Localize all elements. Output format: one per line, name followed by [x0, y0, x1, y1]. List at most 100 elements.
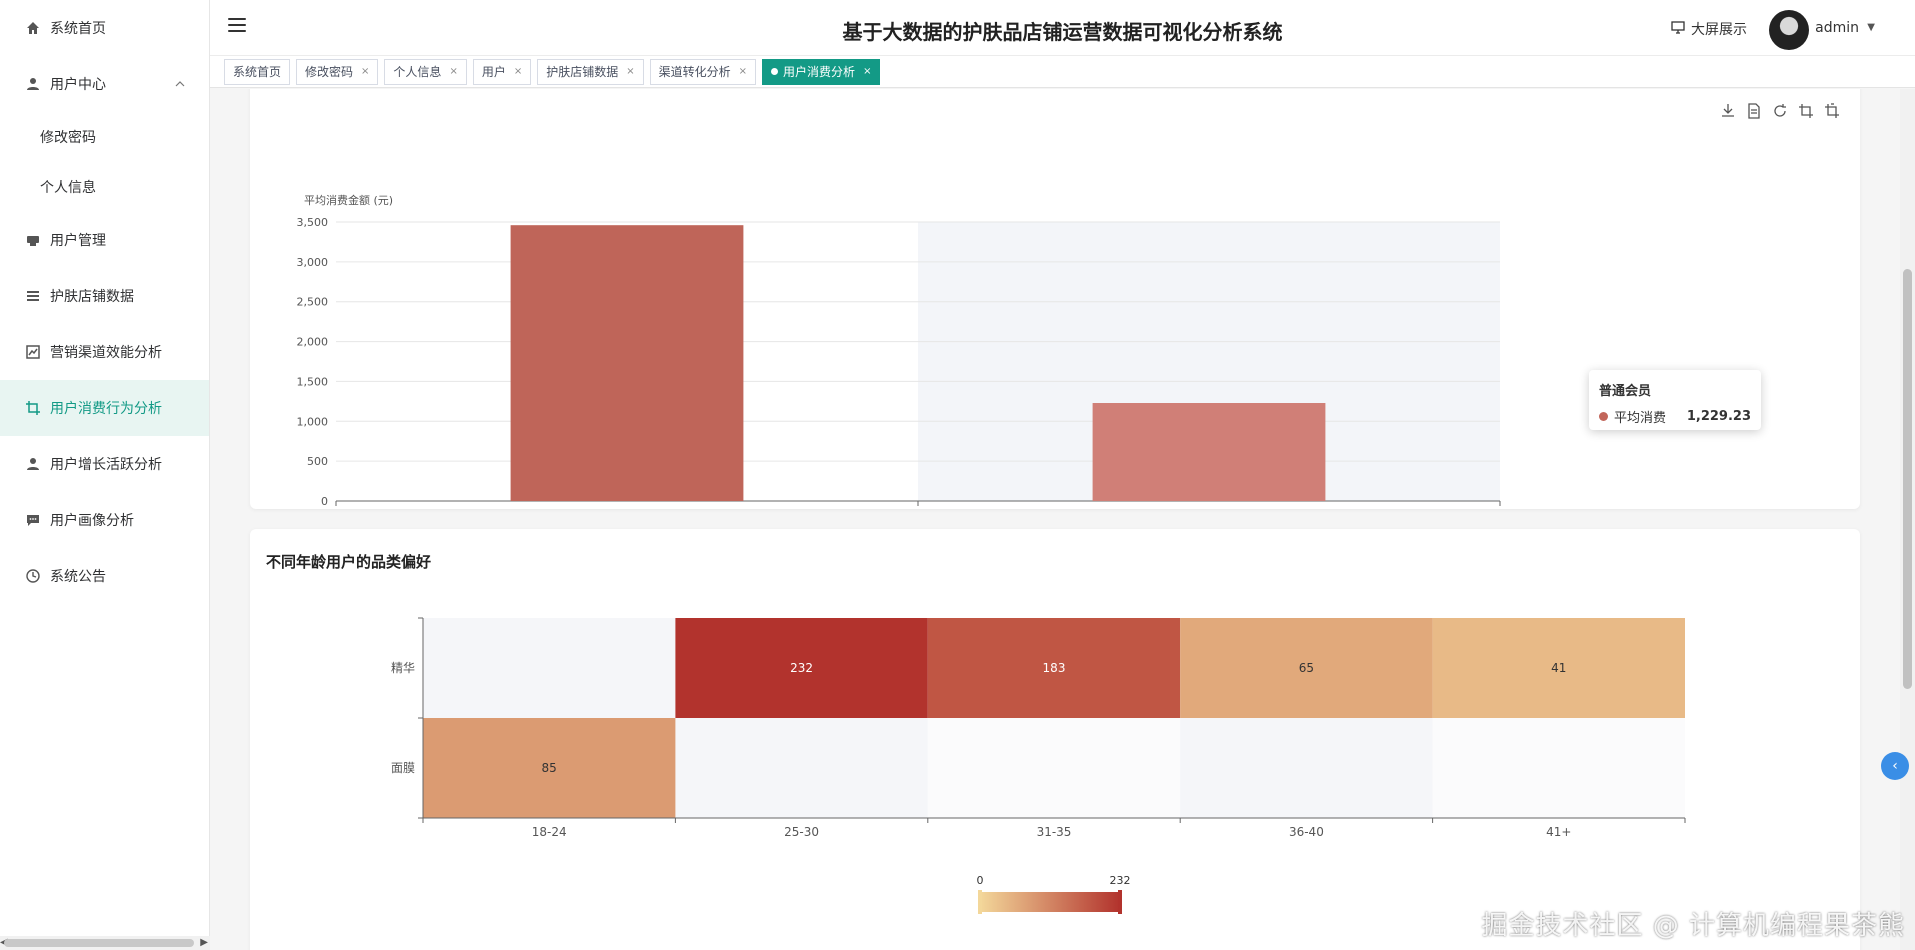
tab-label: 用户消费分析 — [783, 65, 856, 79]
y-tick-label: 精华 — [391, 661, 415, 675]
bar — [510, 225, 744, 501]
active-dot-icon — [771, 68, 779, 75]
user-name[interactable]: admin — [1815, 20, 1859, 36]
close-icon[interactable]: × — [361, 66, 369, 77]
scroll-thumb[interactable] — [4, 939, 194, 947]
close-icon[interactable]: × — [449, 66, 457, 77]
close-icon[interactable]: × — [514, 66, 522, 77]
monitor-icon — [1671, 20, 1685, 38]
x-tick-label: 普通会员 — [1187, 508, 1231, 509]
sidebar: 系统首页 用户中心 修改密码 个人信息 用户管理 护肤店铺数据 营销渠道效能分析… — [0, 0, 210, 950]
heatmap-cell-label: 232 — [790, 661, 813, 675]
sidebar-item-label: 修改密码 — [40, 130, 96, 146]
printer-icon — [24, 231, 42, 249]
heatmap-cell-label: 183 — [1043, 661, 1066, 675]
chevron-up-icon — [175, 76, 185, 92]
y-tick-label: 3,500 — [297, 216, 329, 229]
close-icon[interactable]: × — [626, 66, 634, 77]
sidebar-item-label: 系统公告 — [50, 569, 106, 585]
y-axis-label: 平均消费金额 (元) — [304, 193, 393, 207]
avatar[interactable] — [1769, 10, 1809, 50]
sidebar-item-label: 系统首页 — [50, 21, 106, 37]
bar-chart: 平均消费金额 (元) 0 500 1,000 1,500 2,000 2,500 3,000… — [297, 193, 1501, 509]
sidebar-item-profile[interactable]: 个人信息 — [0, 162, 209, 212]
tab-label: 修改密码 — [305, 65, 354, 79]
tab-home[interactable]: 系统首页 — [224, 58, 291, 85]
page-title: 基于大数据的护肤品店铺运营数据可视化分析系统 — [842, 20, 1283, 44]
y-tick-label: 0 — [321, 495, 328, 508]
bar-chart-card: 平均消费金额 (元) 0 500 1,000 1,500 2,000 2,500 3,000… — [250, 89, 1860, 509]
tab-label: 护肤店铺数据 — [546, 65, 619, 79]
y-tick-label: 1,000 — [297, 415, 329, 428]
sidebar-item-label: 个人信息 — [40, 180, 96, 196]
sidebar-item-portrait-analysis[interactable]: 用户画像分析 — [0, 492, 209, 548]
visual-map-handle-max — [1118, 890, 1122, 914]
sidebar-item-user-management[interactable]: 用户管理 — [0, 212, 209, 268]
tab-store-data[interactable]: 护肤店铺数据 × — [537, 58, 644, 85]
page-scrollbar[interactable] — [1900, 89, 1915, 950]
tab-label: 系统首页 — [233, 65, 282, 79]
visual-map-bar — [980, 892, 1120, 912]
top-header: 基于大数据的护肤品店铺运营数据可视化分析系统 大屏展示 admin ▼ — [210, 0, 1915, 56]
sidebar-item-label: 用户管理 — [50, 233, 106, 249]
scroll-right-icon[interactable]: ▶ — [200, 936, 208, 950]
big-screen-label: 大屏展示 — [1691, 22, 1747, 38]
sidebar-item-store-data[interactable]: 护肤店铺数据 — [0, 268, 209, 324]
x-tick-label: 41+ — [1546, 825, 1571, 839]
close-icon[interactable]: × — [863, 66, 871, 77]
collapse-chevron-icon[interactable]: ‹ — [1881, 752, 1909, 780]
tab-profile[interactable]: 个人信息 × — [384, 58, 467, 85]
heatmap-empty-cell — [1432, 718, 1685, 818]
page-scroll-thumb[interactable] — [1903, 269, 1912, 689]
hamburger-menu-icon[interactable] — [228, 18, 246, 34]
y-tick-label: 1,500 — [297, 375, 329, 388]
sidebar-item-label: 用户画像分析 — [50, 513, 134, 529]
sidebar-item-user-center[interactable]: 用户中心 — [0, 56, 209, 112]
tab-consumption-analysis[interactable]: 用户消费分析 × — [762, 58, 881, 85]
sidebar-item-label: 用户中心 — [50, 77, 106, 93]
heatmap-empty-cell — [927, 718, 1181, 818]
crop-icon — [24, 399, 42, 417]
tab-channel-conversion[interactable]: 渠道转化分析 × — [649, 58, 757, 85]
big-screen-button[interactable]: 大屏展示 — [1671, 19, 1747, 39]
heatmap-cell-label: 65 — [1299, 661, 1314, 675]
sidebar-item-home[interactable]: 系统首页 — [0, 0, 209, 56]
y-tick-label: 3,000 — [297, 256, 329, 269]
x-tick-label: 银卡会员 — [605, 508, 649, 509]
tab-label: 用户 — [481, 65, 506, 79]
sidebar-item-consumption-analysis[interactable]: 用户消费行为分析 — [0, 380, 209, 436]
list-icon — [24, 287, 42, 305]
main-content: 平均消费金额 (元) 0 500 1,000 1,500 2,000 2,500 3,000… — [210, 89, 1900, 950]
sidebar-item-growth-analysis[interactable]: 用户增长活跃分析 — [0, 436, 209, 492]
tooltip-title: 普通会员 — [1599, 384, 1652, 399]
visual-map-min-label: 0 — [977, 874, 984, 887]
tab-change-password[interactable]: 修改密码 × — [296, 58, 379, 85]
caret-down-icon[interactable]: ▼ — [1867, 22, 1875, 33]
y-tick-label: 面膜 — [391, 761, 415, 775]
visual-map-max-label: 232 — [1110, 874, 1131, 887]
chart-icon — [24, 343, 42, 361]
sidebar-item-label: 用户增长活跃分析 — [50, 457, 162, 473]
tooltip-value: 1,229.23 — [1686, 409, 1751, 424]
sidebar-item-announcement[interactable]: 系统公告 — [0, 548, 209, 604]
tab-user[interactable]: 用户 × — [472, 58, 532, 85]
heatmap-cell-label: 85 — [542, 761, 557, 775]
sidebar-item-channel-analysis[interactable]: 营销渠道效能分析 — [0, 324, 209, 380]
watermark: 掘金技术社区 @ 计算机编程果茶熊 — [1481, 911, 1905, 941]
y-tick-label: 500 — [307, 455, 328, 468]
user-icon — [24, 75, 42, 93]
heatmap-chart: 232 183 65 41 85 精华面膜 18-24 25-30 31-35 36-40 41+ 0… — [391, 617, 1686, 914]
sidebar-item-label: 用户消费行为分析 — [50, 401, 162, 417]
heatmap-card: 不同年龄用户的品类偏好 232 183 65 41 85 精华 面膜 18-24 25-30 31… — [250, 529, 1860, 950]
sidebar-item-label: 营销渠道效能分析 — [50, 345, 162, 361]
visual-map-handle-min — [978, 890, 982, 914]
close-icon[interactable]: × — [739, 66, 747, 77]
sidebar-scrollbar[interactable]: ◀ ▶ — [0, 936, 210, 950]
y-tick-label: 2,500 — [297, 296, 329, 309]
chat-icon — [24, 511, 42, 529]
tab-label: 个人信息 — [393, 65, 442, 79]
heatmap-cell-label: 41 — [1551, 661, 1566, 675]
sidebar-item-change-password[interactable]: 修改密码 — [0, 112, 209, 162]
tooltip-series-dot — [1599, 412, 1608, 421]
x-tick-label: 25-30 — [784, 825, 819, 839]
